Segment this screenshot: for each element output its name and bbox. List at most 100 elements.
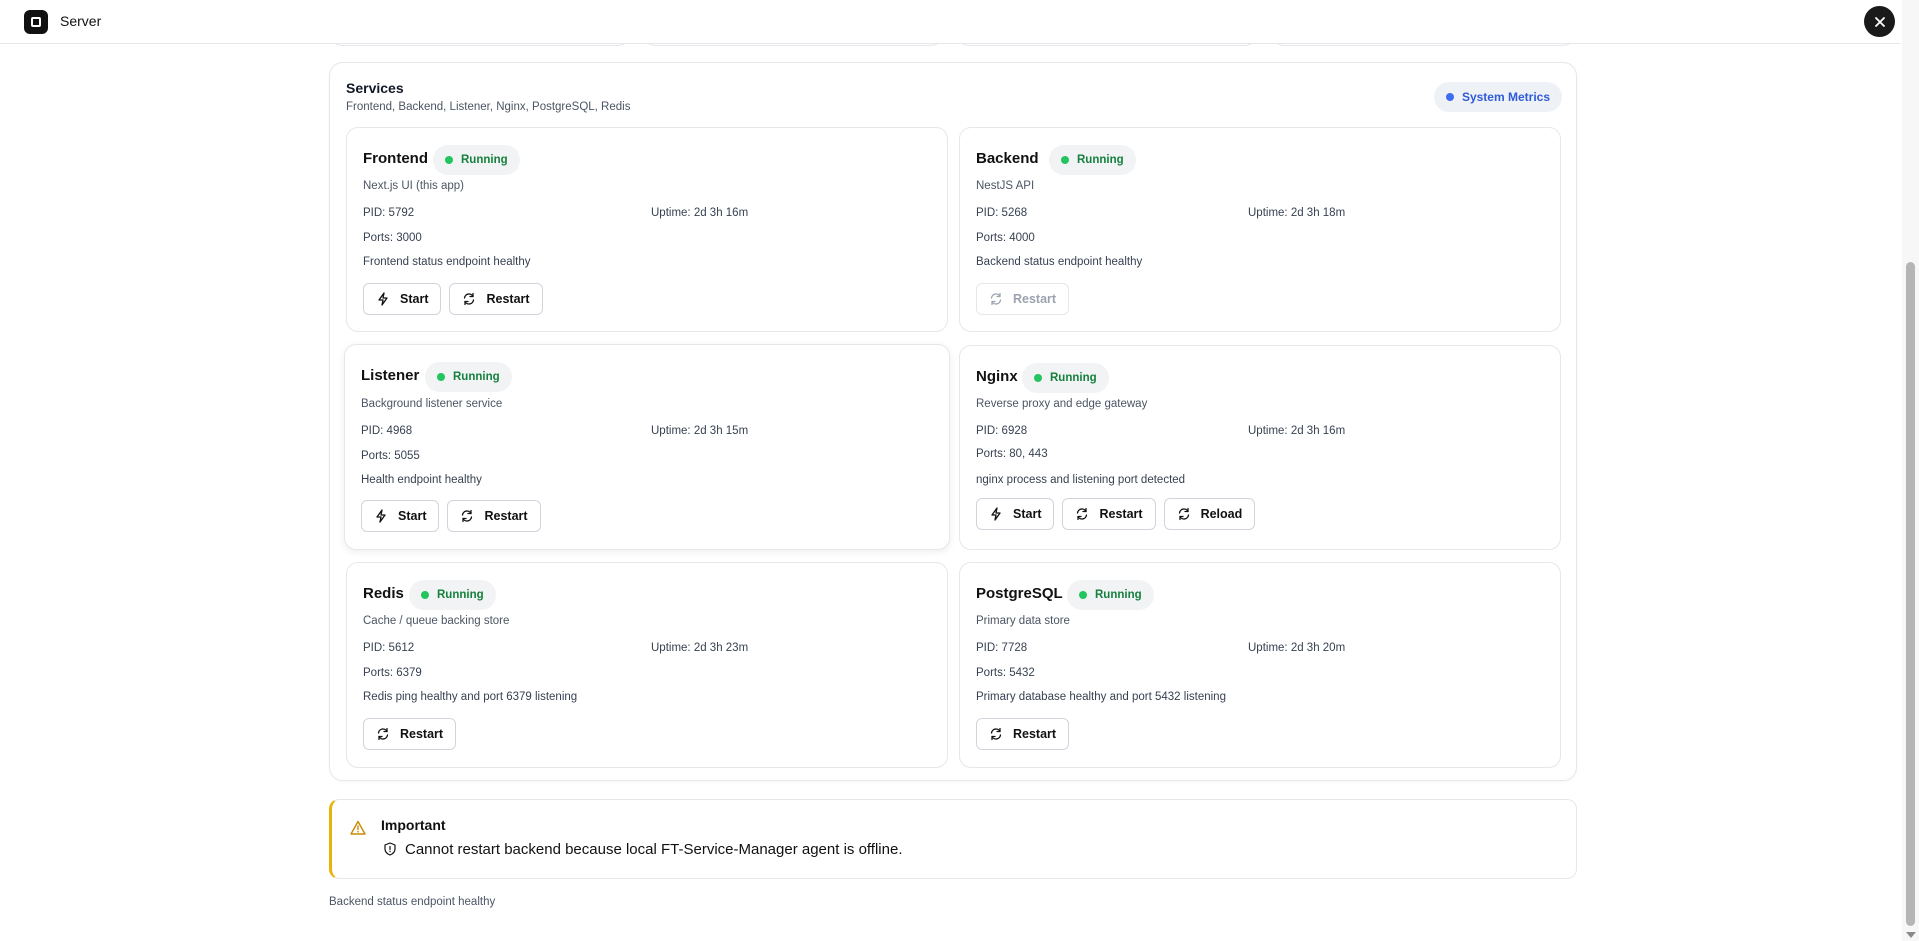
restart-button[interactable]: Restart xyxy=(449,283,543,315)
service-pid: PID: 5792 xyxy=(363,207,415,219)
service-card-nginx: Nginx Running Reverse proxy and edge gat… xyxy=(959,345,1561,550)
start-label: Start xyxy=(1013,507,1042,521)
service-uptime: Uptime: 2d 3h 16m xyxy=(1248,425,1346,437)
service-pid: PID: 5268 xyxy=(976,207,1028,219)
restart-label: Restart xyxy=(486,292,530,306)
service-ports: Ports: 6379 xyxy=(363,667,422,679)
important-alert: Important Cannot restart backend because… xyxy=(329,799,1577,879)
service-card-backend: Backend Running NestJS API PID: 5268 Upt… xyxy=(959,127,1561,332)
refresh-icon xyxy=(1178,507,1189,521)
services-title: Services xyxy=(346,80,404,96)
scrollbar-thumb[interactable] xyxy=(1906,262,1915,926)
status-dot-icon xyxy=(421,591,429,599)
service-ports: Ports: 5055 xyxy=(361,450,420,462)
scroll-down-arrow-icon[interactable] xyxy=(1906,932,1916,938)
page-title: Server xyxy=(60,13,102,29)
service-uptime: Uptime: 2d 3h 23m xyxy=(651,642,749,654)
alert-message: Cannot restart backend because local FT-… xyxy=(405,841,903,858)
service-name: Listener xyxy=(361,367,420,384)
refresh-icon xyxy=(377,727,389,741)
restart-label: Restart xyxy=(1099,507,1143,521)
start-button[interactable]: Start xyxy=(361,500,440,532)
service-uptime: Uptime: 2d 3h 20m xyxy=(1248,642,1346,654)
restart-label: Restart xyxy=(1013,292,1057,306)
status-label: Running xyxy=(1050,372,1097,384)
start-label: Start xyxy=(400,292,429,306)
refresh-icon xyxy=(464,292,475,306)
top-bar: Server xyxy=(0,0,1900,44)
lightning-icon xyxy=(378,292,388,306)
alert-title: Important xyxy=(381,817,446,833)
service-name: Nginx xyxy=(976,368,1018,385)
close-icon xyxy=(1874,16,1885,27)
service-health: nginx process and listening port detecte… xyxy=(976,474,1186,486)
service-ports: Ports: 5432 xyxy=(976,667,1035,679)
status-label: Running xyxy=(1095,589,1142,601)
status-dot-icon xyxy=(1079,591,1087,599)
restart-button[interactable]: Restart xyxy=(363,718,457,750)
status-dot-icon xyxy=(1061,156,1069,164)
service-uptime: Uptime: 2d 3h 18m xyxy=(1248,207,1346,219)
refresh-icon xyxy=(990,727,1002,741)
reload-label: Reload xyxy=(1200,507,1243,521)
service-name: PostgreSQL xyxy=(976,585,1063,602)
metrics-dot-icon xyxy=(1445,93,1454,101)
warning-icon xyxy=(350,820,366,835)
system-metrics-label: System Metrics xyxy=(1461,90,1550,104)
service-uptime: Uptime: 2d 3h 16m xyxy=(651,207,749,219)
service-pid: PID: 7728 xyxy=(976,642,1028,654)
service-pid: PID: 5612 xyxy=(363,642,415,654)
app-logo-icon xyxy=(24,10,48,34)
status-badge: Running xyxy=(425,362,512,392)
start-button[interactable]: Start xyxy=(363,283,442,315)
status-badge: Running xyxy=(1049,145,1136,175)
status-badge: Running xyxy=(1022,363,1109,393)
status-dot-icon xyxy=(437,373,445,381)
service-card-listener: Listener Running Background listener ser… xyxy=(344,344,950,550)
service-health: Backend status endpoint healthy xyxy=(976,256,1143,268)
service-description: Cache / queue backing store xyxy=(363,615,510,627)
start-button[interactable]: Start xyxy=(976,498,1055,530)
service-description: Primary data store xyxy=(976,615,1070,627)
shield-icon xyxy=(384,842,396,856)
restart-button[interactable]: Restart xyxy=(447,500,541,532)
restart-button[interactable]: Restart xyxy=(1062,498,1156,530)
service-description: NestJS API xyxy=(976,180,1035,192)
restart-label: Restart xyxy=(400,727,444,741)
status-label: Running xyxy=(453,371,500,383)
services-panel: Services Frontend, Backend, Listener, Ng… xyxy=(329,62,1577,781)
service-description: Reverse proxy and edge gateway xyxy=(976,398,1148,410)
restart-label: Restart xyxy=(1013,727,1057,741)
status-label: Running xyxy=(1077,154,1124,166)
system-metrics-button[interactable]: System Metrics xyxy=(1433,82,1562,112)
lightning-icon xyxy=(376,509,386,523)
service-ports: Ports: 4000 xyxy=(976,232,1035,244)
refresh-icon xyxy=(462,509,473,523)
service-name: Backend xyxy=(976,150,1039,167)
reload-button[interactable]: Reload xyxy=(1163,498,1256,530)
service-health: Primary database healthy and port 5432 l… xyxy=(976,691,1226,703)
service-pid: PID: 4968 xyxy=(361,425,413,437)
services-subtitle: Frontend, Backend, Listener, Nginx, Post… xyxy=(346,101,631,113)
status-dot-icon xyxy=(445,156,453,164)
close-button[interactable] xyxy=(1864,6,1895,37)
refresh-icon xyxy=(990,292,1002,306)
footer-status-note: Backend status endpoint healthy xyxy=(329,896,496,908)
status-badge: Running xyxy=(1067,580,1154,610)
status-badge: Running xyxy=(409,580,496,610)
lightning-icon xyxy=(991,507,1001,521)
service-description: Next.js UI (this app) xyxy=(363,180,464,192)
start-label: Start xyxy=(398,509,427,523)
service-health: Health endpoint healthy xyxy=(361,474,482,486)
service-card-postgresql: PostgreSQL Running Primary data store PI… xyxy=(959,562,1561,768)
restart-button[interactable]: Restart xyxy=(976,718,1070,750)
restart-label: Restart xyxy=(484,509,528,523)
service-health: Redis ping healthy and port 6379 listeni… xyxy=(363,691,578,703)
service-card-frontend: Frontend Running Next.js UI (this app) P… xyxy=(346,127,948,332)
service-name: Frontend xyxy=(363,150,428,167)
service-pid: PID: 6928 xyxy=(976,425,1028,437)
status-label: Running xyxy=(437,589,484,601)
service-ports: Ports: 3000 xyxy=(363,232,422,244)
status-dot-icon xyxy=(1034,374,1042,382)
restart-button[interactable]: Restart xyxy=(976,283,1070,315)
